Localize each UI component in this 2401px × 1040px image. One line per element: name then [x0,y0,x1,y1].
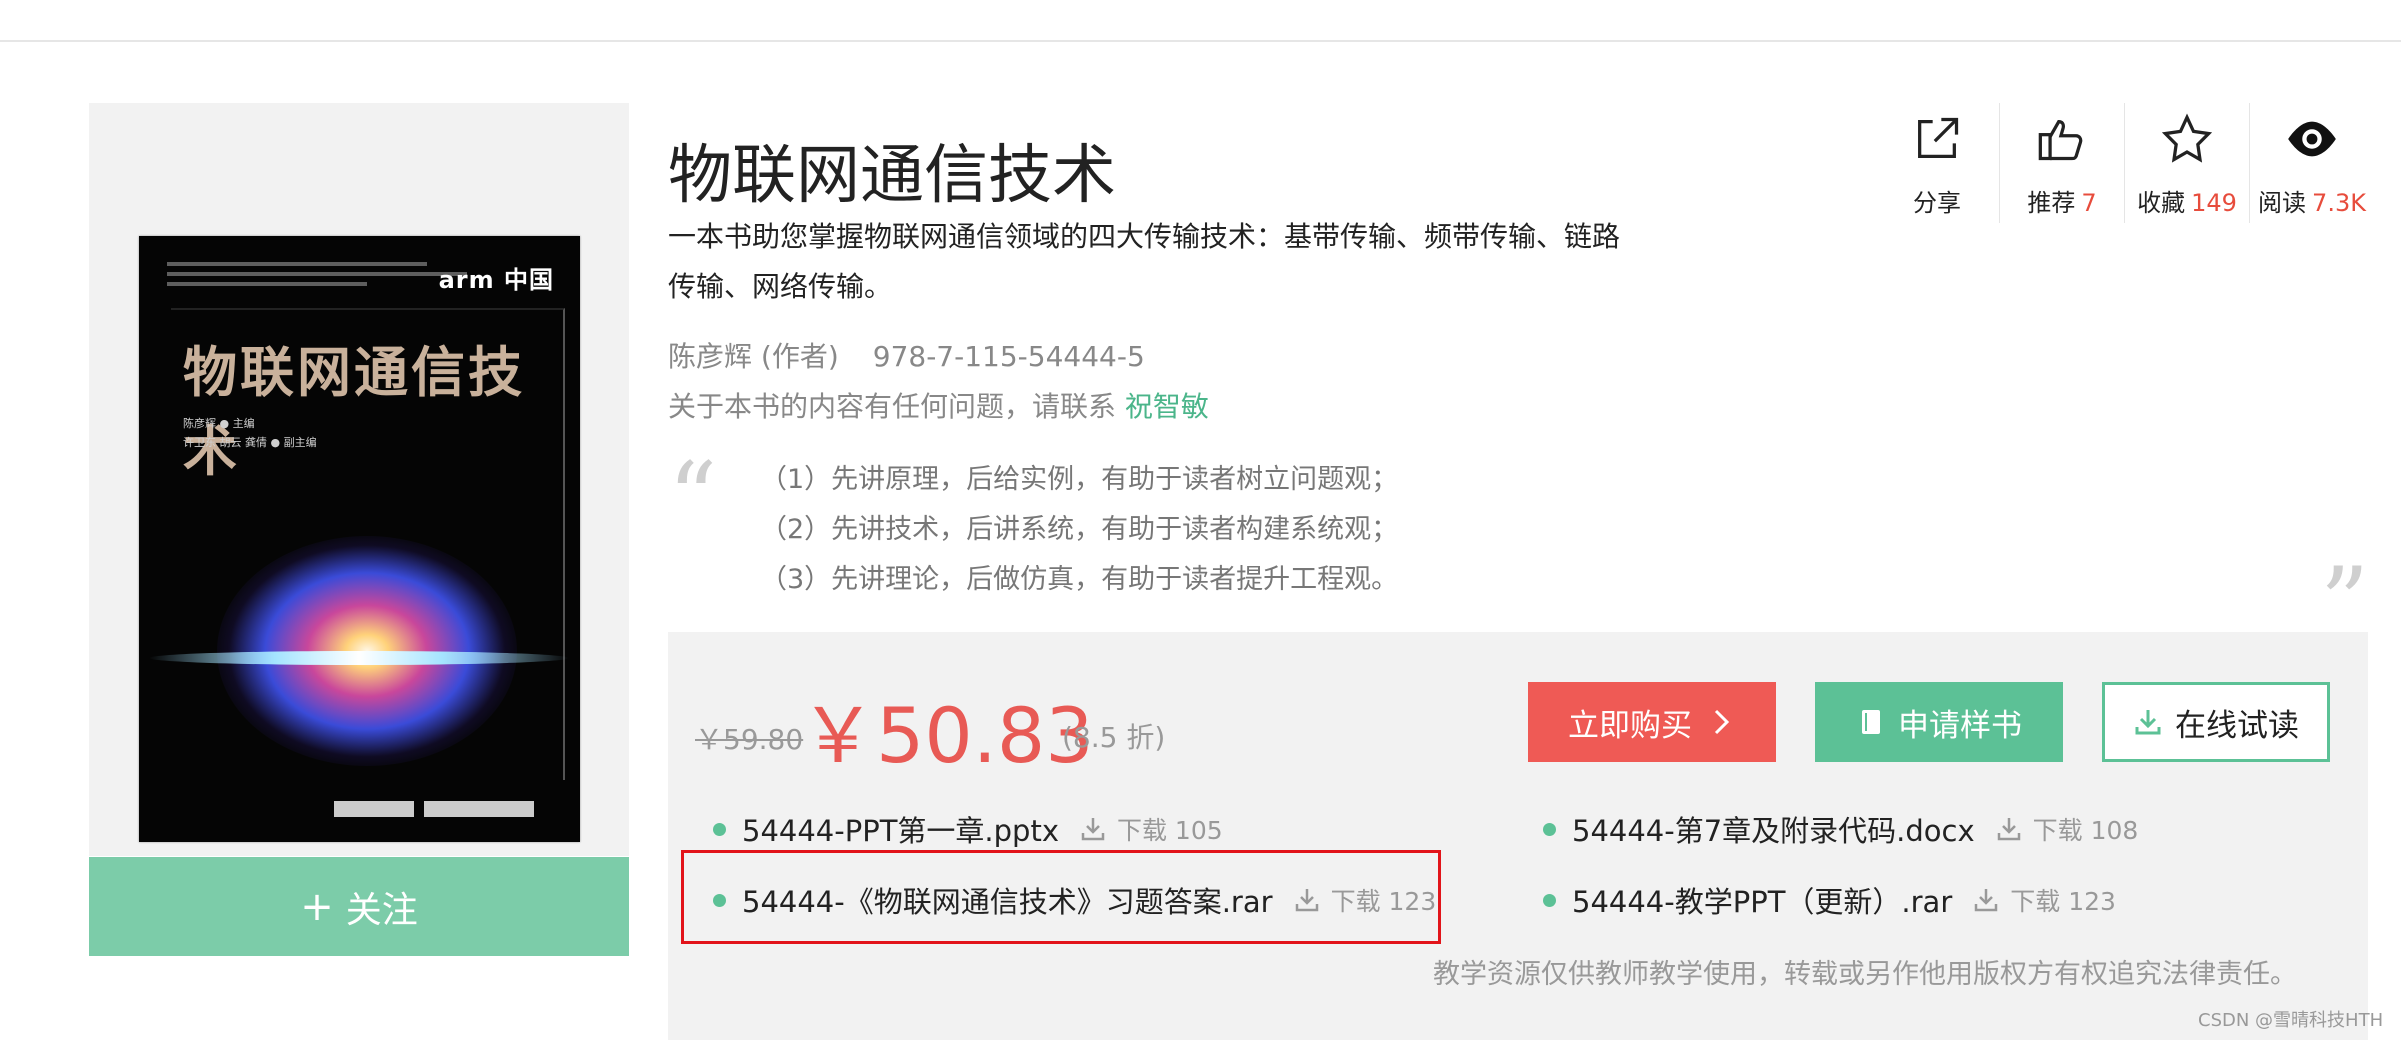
bullet-dot [713,822,726,836]
disclaimer-text: 教学资源仅供教师教学使用，转载或另作他用版权方有权追究法律责任。 [1433,959,2297,990]
resource-filename: 54444-教学PPT（更新）.rar [1572,885,1953,919]
chevron-right-icon [1714,709,1730,735]
read-button[interactable]: 阅读 7.3K [2250,103,2374,223]
resource-download[interactable]: 下载 105 [1079,811,1223,847]
feature-item: （2）先讲技术，后讲系统，有助于读者构建系统观； [760,514,1399,545]
book-cover-image: arm 中国 物联网通信技术 陈彦辉 ● 主编 许卫东 胡云 龚倩 ● 副主编 [139,236,580,842]
original-price: ￥59.80 [695,723,804,756]
book-meta: 陈彦辉 (作者) 978-7-115-54444-5 [668,335,1145,375]
thumbs-up-icon [2038,120,2083,161]
resource-item[interactable]: 54444-教学PPT（更新）.rar 下载 123 [1543,879,2116,921]
book-author: 陈彦辉 (作者) [668,340,839,373]
star-icon [2161,113,2213,163]
buy-now-button[interactable]: 立即购买 [1528,682,1776,762]
book-title: 物联网通信技术 [668,139,1116,213]
feature-item: （3）先讲理论，后做仿真，有助于读者提升工程观。 [760,564,1399,595]
bullet-dot [1543,822,1556,836]
request-sample-button[interactable]: 申请样书 [1815,682,2063,762]
cover-art-wave [149,651,569,665]
contact-line: 关于本书的内容有任何问题，请联系 祝智敏 [668,385,1209,425]
resource-filename: 54444-PPT第一章.pptx [742,814,1059,848]
follow-label: 关注 [345,889,418,931]
current-price: ￥50.83 [800,691,1094,780]
book-subtitle: 一本书助您掌握物联网通信领域的四大传输技术：基带传输、频带传输、链路传输、网络传… [668,220,1621,303]
bullet-dot [1543,893,1556,907]
recommend-button[interactable]: 推荐 7 [2000,103,2125,223]
share-button[interactable]: 分享 [1875,103,2000,223]
download-icon [1997,818,2020,841]
plus-icon: + [300,883,334,930]
book-isbn: 978-7-115-54444-5 [872,340,1145,373]
highlight-box [681,850,1441,944]
resource-download[interactable]: 下载 123 [1972,882,2116,918]
book-icon [1862,710,1880,734]
feature-list: （1）先讲原理，后给实例，有助于读者树立问题观； （2）先讲技术，后讲系统，有助… [760,455,1398,605]
download-icon [2135,710,2161,735]
resource-download[interactable]: 下载 108 [1995,811,2138,847]
resource-item[interactable]: 54444-第7章及附录代码.docx 下载 108 [1543,808,2138,850]
cover-publisher-logos [334,801,554,823]
cover-series-lines [167,262,467,292]
feature-item: （1）先讲原理，后给实例，有助于读者树立问题观； [760,464,1399,495]
favorite-button[interactable]: 收藏 149 [2125,103,2250,223]
discount-label: (8.5 折) [1062,721,1166,754]
cover-authors: 陈彦辉 ● 主编 许卫东 胡云 龚倩 ● 副主编 [183,417,317,449]
favorite-count: 149 [2191,189,2237,217]
download-icon [1081,818,1105,841]
open-quote-icon: “ [668,442,718,554]
resource-item[interactable]: 54444-PPT第一章.pptx 下载 105 [713,808,1223,850]
eye-icon [2288,121,2336,157]
contact-prefix: 关于本书的内容有任何问题，请联系 [668,390,1125,423]
watermark: CSDN @雪晴科技HTH [2198,1010,2384,1031]
follow-button[interactable]: + 关注 [89,857,629,956]
read-count: 7.3K [2312,189,2366,217]
resource-filename: 54444-第7章及附录代码.docx [1572,814,1975,848]
top-divider [0,40,2401,42]
cover-brand-logo: arm 中国 [438,266,554,294]
recommend-count: 7 [2081,189,2097,217]
share-icon [1918,117,1959,158]
cover-title: 物联网通信技术 [183,341,525,483]
online-trial-button[interactable]: 在线试读 [2102,682,2330,762]
download-icon [1975,889,1998,912]
contact-link[interactable]: 祝智敏 [1125,390,1209,423]
action-bar: 分享 推荐 7 收藏 149 阅读 7.3K [1875,103,2374,223]
